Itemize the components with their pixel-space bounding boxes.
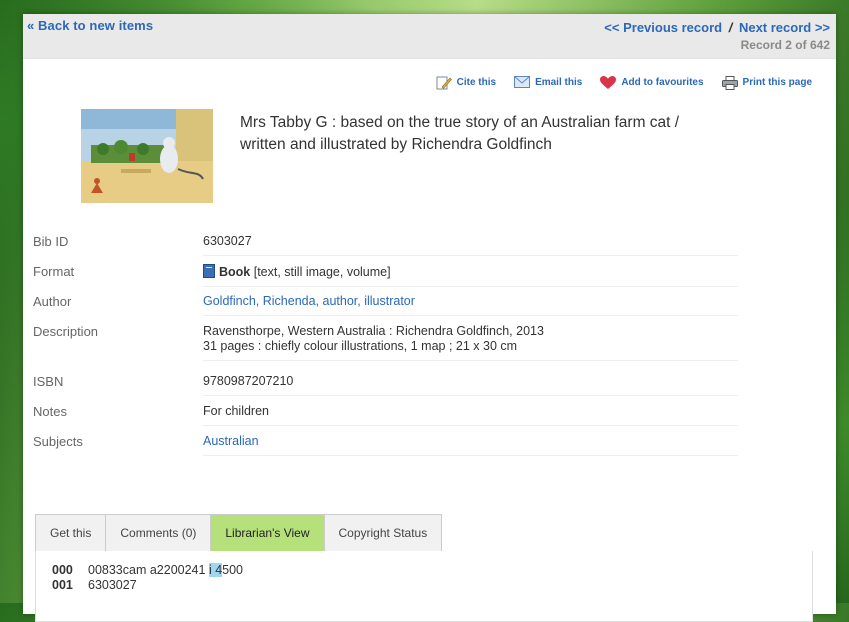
record-title: Mrs Tabby G : based on the true story of… (240, 112, 800, 156)
record-tabs: Get this Comments (0) Librarian's View C… (35, 514, 811, 552)
tab-librarians-view[interactable]: Librarian's View (210, 514, 325, 551)
field-value-isbn: 9780987207210 (203, 374, 738, 396)
description-line-1: Ravensthorpe, Western Australia : Richen… (203, 324, 544, 338)
field-label: Author (33, 294, 72, 309)
printer-icon (721, 76, 738, 90)
record-pager: << Previous record / Next record >> (604, 20, 830, 35)
back-to-new-items-link[interactable]: « Back to new items (27, 18, 153, 33)
field-label: ISBN (33, 374, 64, 389)
next-record-link[interactable]: Next record >> (739, 20, 830, 35)
cite-this-label: Cite this (456, 77, 497, 88)
book-cover-thumbnail[interactable] (81, 109, 213, 203)
field-value-subjects-link[interactable]: Australian (203, 434, 738, 456)
tab-comments[interactable]: Comments (0) (105, 514, 212, 551)
email-this-button[interactable]: Email this (514, 76, 582, 89)
email-this-label: Email this (535, 77, 583, 88)
record-title-line-1: Mrs Tabby G : based on the true story of… (240, 114, 680, 131)
previous-record-link[interactable]: << Previous record (604, 20, 722, 35)
add-to-favourites-label: Add to favourites (621, 77, 704, 88)
marc-value: 00833cam a2200241 (88, 563, 209, 577)
tab-copyright-status[interactable]: Copyright Status (323, 514, 443, 551)
book-icon (203, 264, 215, 278)
field-value-notes: For children (203, 404, 738, 426)
tab-get-this[interactable]: Get this (35, 514, 107, 551)
marc-field-row: 000 00833cam a2200241 i 4500 (52, 563, 243, 577)
marc-value-rest: 500 (222, 563, 243, 577)
field-label: Description (33, 324, 99, 339)
marc-highlight: i 4 (208, 563, 223, 577)
print-this-page-button[interactable]: Print this page (721, 76, 812, 90)
field-row-bib-id: Bib ID 6303027 (33, 228, 773, 258)
field-row-isbn: ISBN 9780987207210 (33, 368, 773, 398)
field-row-subjects: Subjects Australian (33, 428, 773, 458)
field-row-format: Format Book [text, still image, volume] (33, 258, 773, 288)
marc-record-panel: 000 00833cam a2200241 i 4500 001 6303027 (35, 551, 813, 622)
marc-tag: 000 (52, 563, 73, 577)
field-value-description: Ravensthorpe, Western Australia : Richen… (203, 324, 738, 361)
description-line-2: 31 pages : chiefly colour illustrations,… (203, 339, 518, 353)
pager-separator: / (728, 20, 733, 35)
record-panel: « Back to new items << Previous record /… (23, 14, 836, 622)
field-label: Bib ID (33, 234, 69, 249)
marc-tag: 001 (52, 578, 73, 592)
field-row-description: Description Ravensthorpe, Western Austra… (33, 318, 773, 368)
field-value-bib-id: 6303027 (203, 234, 738, 256)
bibliographic-details: Bib ID 6303027 Format Book [text, still … (33, 228, 773, 458)
field-label: Subjects (33, 434, 83, 449)
format-type: Book (219, 265, 251, 279)
envelope-icon (514, 76, 531, 89)
field-row-notes: Notes For children (33, 398, 773, 428)
print-this-page-label: Print this page (742, 77, 812, 88)
marc-value: 6303027 (88, 578, 137, 592)
add-to-favourites-button[interactable]: Add to favourites (600, 76, 704, 89)
field-label: Notes (33, 404, 67, 419)
record-nav-bar: « Back to new items << Previous record /… (23, 14, 836, 59)
format-detail: [text, still image, volume] (253, 265, 391, 279)
field-value-format: Book [text, still image, volume] (203, 264, 738, 287)
field-label: Format (33, 264, 75, 279)
field-value-author-link[interactable]: Goldfinch, Richenda, author, illustrator (203, 294, 738, 316)
cite-this-button[interactable]: Cite this (436, 76, 497, 90)
record-actions: Cite this Email this Add to favourites P… (436, 76, 812, 90)
record-title-line-2: written and illustrated by Richendra Gol… (240, 136, 552, 153)
field-row-author: Author Goldfinch, Richenda, author, illu… (33, 288, 773, 318)
record-count: Record 2 of 642 (740, 38, 830, 52)
marc-field-row: 001 6303027 (52, 578, 137, 592)
pencil-document-icon (436, 76, 452, 90)
heart-icon (600, 76, 617, 89)
